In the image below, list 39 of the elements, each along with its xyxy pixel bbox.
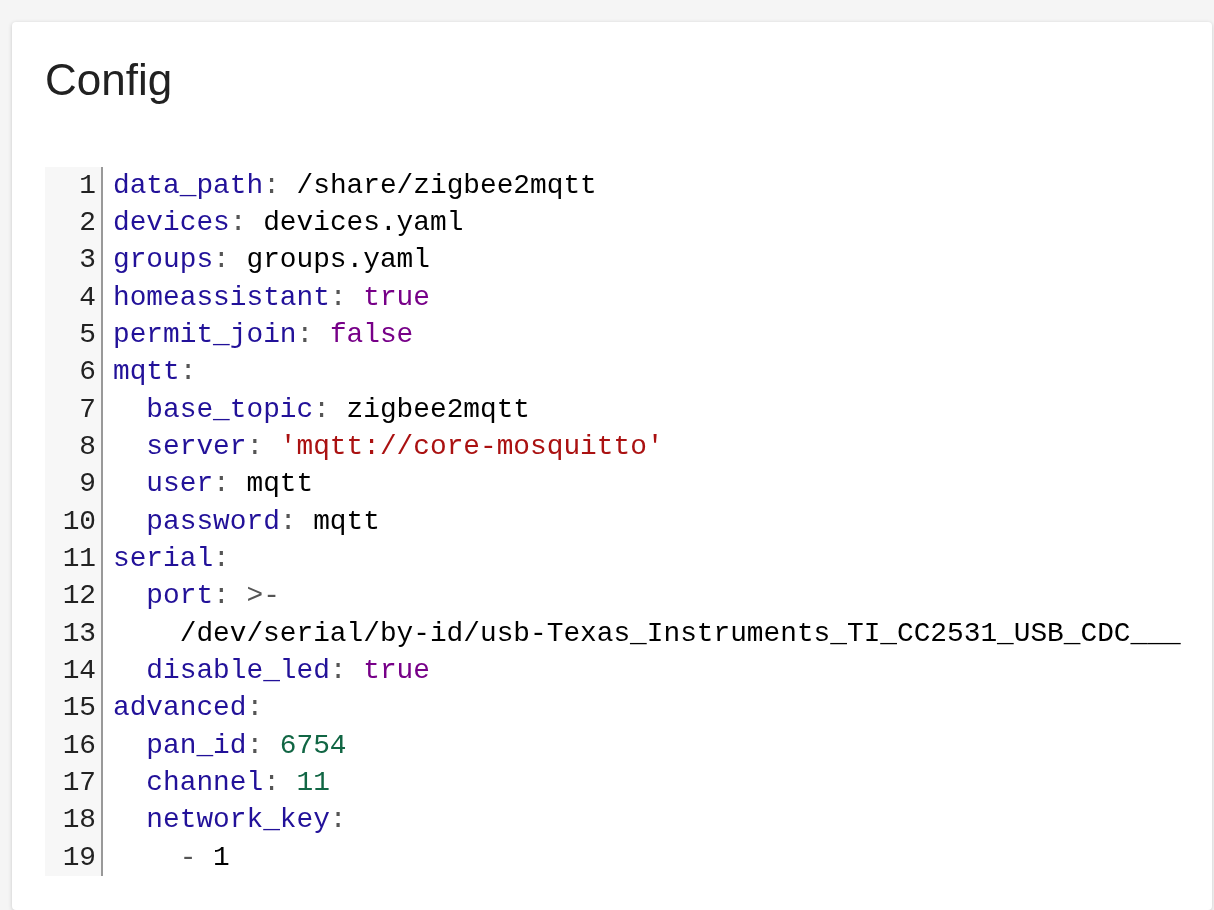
code-line: server: 'mqtt://core-mosquitto' <box>146 431 664 463</box>
line-number: 13 <box>45 614 103 653</box>
line-number: 1 <box>45 166 103 205</box>
code-line: devices: devices.yaml <box>113 207 464 239</box>
line-number: 7 <box>45 390 103 429</box>
line-number: 8 <box>45 428 103 466</box>
line-number: 11 <box>45 540 103 578</box>
code-line: channel: 11 <box>146 767 330 799</box>
line-number: 9 <box>45 465 103 503</box>
code-line: user: mqtt <box>146 468 314 500</box>
code-line: base_topic: zigbee2mqtt <box>146 393 531 425</box>
line-number: 12 <box>45 577 103 615</box>
code-line: /dev/serial/by-id/usb-Texas_Instruments_TI_CC2531_USB_CDC___ <box>179 617 1181 649</box>
code-line: data_path: /share/zigbee2mqtt <box>113 169 597 201</box>
line-number: 14 <box>45 652 103 690</box>
code-line: serial: <box>113 543 230 575</box>
line-number: 18 <box>45 801 103 839</box>
line-number: 5 <box>45 316 103 354</box>
line-number: 17 <box>45 764 103 802</box>
line-number: 3 <box>45 241 103 279</box>
line-number: 15 <box>45 689 103 727</box>
line-number: 16 <box>45 726 103 765</box>
code-line: network_key: <box>146 804 347 836</box>
card-title: Config <box>45 54 174 106</box>
line-number: 4 <box>45 278 103 317</box>
line-number: 2 <box>45 204 103 242</box>
code-line: pan_id: 6754 <box>146 729 347 761</box>
code-line: disable_led: true <box>146 655 430 687</box>
line-number: 19 <box>45 838 103 877</box>
code-line: homeassistant: true <box>113 281 430 313</box>
code-line: mqtt: <box>113 356 197 388</box>
code-line: groups: groups.yaml <box>113 244 430 276</box>
code-line: advanced: <box>113 692 264 724</box>
code-line: permit_join: false <box>113 319 414 351</box>
code-line: - 1 <box>179 841 230 873</box>
code-line: port: >- <box>146 580 280 612</box>
line-number: 6 <box>45 353 103 391</box>
line-number: 10 <box>45 502 103 541</box>
code-line: password: mqtt <box>146 505 380 537</box>
